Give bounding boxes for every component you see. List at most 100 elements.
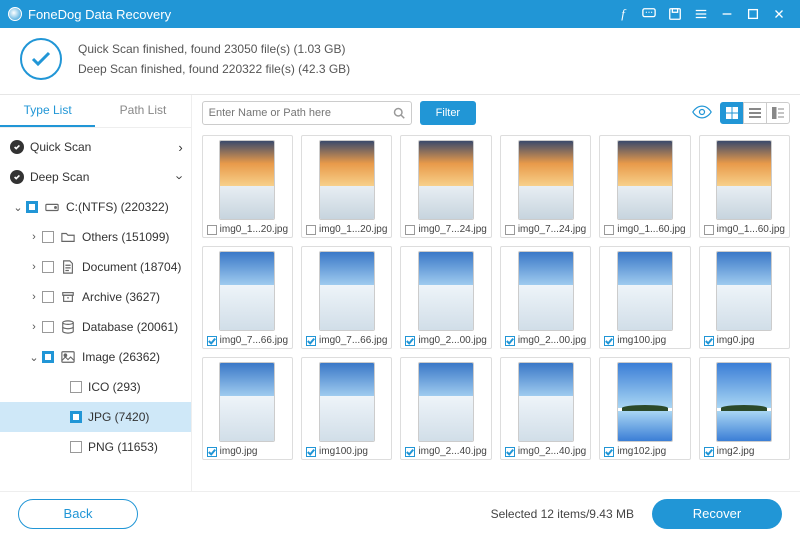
file-name: img0_7...24.jpg [418,224,486,235]
file-cell[interactable]: img0_2...00.jpg [400,246,491,349]
file-checkbox[interactable] [207,447,217,457]
preview-icon[interactable] [692,104,712,123]
checkbox[interactable] [42,321,54,333]
search-input[interactable] [209,107,393,119]
checkbox[interactable] [42,291,54,303]
file-checkbox[interactable] [704,336,714,346]
tree-jpg[interactable]: JPG (7420) [0,402,191,432]
file-cell[interactable]: img0_2...00.jpg [500,246,591,349]
thumbnail [518,251,574,331]
checkbox[interactable] [42,261,54,273]
tree-drive[interactable]: ⌄ C:(NTFS) (220322) [0,192,191,222]
recover-button[interactable]: Recover [652,499,782,529]
tree-document[interactable]: › Document (18704) [0,252,191,282]
checkbox[interactable] [26,201,38,213]
file-name: img0_7...66.jpg [319,335,387,346]
file-cell[interactable]: img0_7...66.jpg [202,246,293,349]
tree-ico[interactable]: ICO (293) [0,372,191,402]
tree-label: ICO (293) [88,380,141,394]
database-icon [60,320,76,334]
file-checkbox[interactable] [704,447,714,457]
file-cell[interactable]: img0_7...66.jpg [301,246,392,349]
tab-path-list[interactable]: Path List [95,95,190,127]
archive-icon [60,290,76,304]
thumbnail [716,251,772,331]
folder-icon [60,230,76,244]
tree-label: Archive (3627) [82,290,160,304]
file-checkbox[interactable] [405,336,415,346]
close-icon[interactable] [766,0,792,28]
minimize-icon[interactable] [714,0,740,28]
file-name: img0_7...24.jpg [518,224,586,235]
tree-image[interactable]: ⌄ Image (26362) [0,342,191,372]
back-button[interactable]: Back [18,499,138,529]
file-checkbox[interactable] [604,336,614,346]
sidebar-tabs: Type List Path List [0,95,191,128]
file-checkbox[interactable] [207,225,217,235]
file-cell[interactable]: img0_2...40.jpg [500,357,591,460]
checkbox[interactable] [42,231,54,243]
file-checkbox[interactable] [505,336,515,346]
file-checkbox[interactable] [704,225,714,235]
menu-icon[interactable] [688,0,714,28]
file-cell[interactable]: img0_7...24.jpg [500,135,591,238]
file-cell[interactable]: img2.jpg [699,357,790,460]
file-checkbox[interactable] [604,447,614,457]
search-icon [393,107,405,119]
file-checkbox[interactable] [207,336,217,346]
thumbnail [319,362,375,442]
checkbox[interactable] [70,441,82,453]
file-checkbox[interactable] [405,225,415,235]
checkbox[interactable] [42,351,54,363]
file-cell[interactable]: img102.jpg [599,357,690,460]
checkbox[interactable] [70,411,82,423]
tree-png[interactable]: PNG (11653) [0,432,191,462]
file-checkbox[interactable] [306,447,316,457]
tree: Quick Scan › Deep Scan › ⌄ C:(NTFS) (220… [0,128,191,491]
file-cell[interactable]: img100.jpg [599,246,690,349]
file-cell[interactable]: img0.jpg [699,246,790,349]
view-grid-button[interactable] [720,102,744,124]
tree-deep-scan[interactable]: Deep Scan › [0,162,191,192]
file-name: img0_2...00.jpg [418,335,486,346]
file-cell[interactable]: img0.jpg [202,357,293,460]
tree-quick-scan[interactable]: Quick Scan › [0,132,191,162]
filter-button[interactable]: Filter [420,101,476,125]
thumbnail [319,251,375,331]
file-cell[interactable]: img0_2...40.jpg [400,357,491,460]
file-checkbox[interactable] [405,447,415,457]
file-name: img0_1...20.jpg [220,224,288,235]
checkbox[interactable] [70,381,82,393]
check-bullet-icon [10,170,24,184]
file-cell[interactable]: img0_7...24.jpg [400,135,491,238]
file-cell[interactable]: img0_1...60.jpg [699,135,790,238]
file-cell[interactable]: img0_1...20.jpg [301,135,392,238]
tree-archive[interactable]: › Archive (3627) [0,282,191,312]
file-checkbox[interactable] [505,447,515,457]
tab-type-list[interactable]: Type List [0,95,95,127]
tree-database[interactable]: › Database (20061) [0,312,191,342]
view-detail-button[interactable] [766,102,790,124]
file-name: img0.jpg [220,446,258,457]
search-input-wrap[interactable] [202,101,412,125]
file-cell[interactable]: img0_1...20.jpg [202,135,293,238]
file-grid-wrap[interactable]: img0_1...20.jpg img0_1...20.jpg img0_7...2… [192,131,800,491]
view-list-button[interactable] [743,102,767,124]
file-name: img100.jpg [617,335,666,346]
file-cell[interactable]: img0_1...60.jpg [599,135,690,238]
file-checkbox[interactable] [505,225,515,235]
maximize-icon[interactable] [740,0,766,28]
feedback-icon[interactable] [636,0,662,28]
tree-label: Database (20061) [82,320,178,334]
facebook-icon[interactable]: f [610,0,636,28]
view-mode-buttons [720,102,790,124]
image-icon [60,350,76,364]
tree-label: Image (26362) [82,350,160,364]
thumbnail [716,140,772,220]
file-cell[interactable]: img100.jpg [301,357,392,460]
file-checkbox[interactable] [604,225,614,235]
tree-others[interactable]: › Others (151099) [0,222,191,252]
file-checkbox[interactable] [306,336,316,346]
file-checkbox[interactable] [306,225,316,235]
save-icon[interactable] [662,0,688,28]
